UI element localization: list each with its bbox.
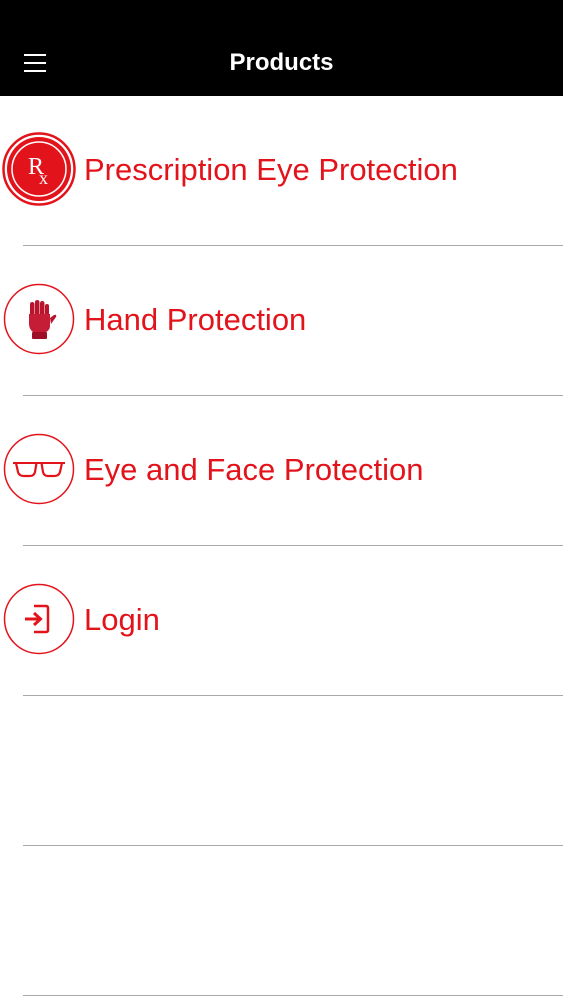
item-label: Login xyxy=(84,602,160,637)
item-label: Prescription Eye Protection xyxy=(84,152,458,187)
item-label: Eye and Face Protection xyxy=(84,452,424,487)
list-item-prescription-eye-protection[interactable]: R x Prescription Eye Protection xyxy=(0,96,563,246)
rx-icon: R x xyxy=(2,132,76,206)
empty-list-row xyxy=(0,696,563,846)
empty-list-row xyxy=(0,846,563,996)
list-item-hand-protection[interactable]: Hand Protection xyxy=(0,246,563,396)
list-item-eye-and-face-protection[interactable]: Eye and Face Protection xyxy=(0,396,563,546)
product-list: R x Prescription Eye Protection Hand Pro… xyxy=(0,96,563,996)
list-item-login[interactable]: Login xyxy=(0,546,563,696)
glove-icon xyxy=(2,282,76,356)
glasses-icon xyxy=(2,432,76,506)
navigation-bar: Products xyxy=(0,0,563,96)
login-icon xyxy=(2,582,76,656)
item-label: Hand Protection xyxy=(84,302,307,337)
separator xyxy=(23,995,563,996)
svg-text:x: x xyxy=(39,168,48,188)
page-title: Products xyxy=(229,49,334,76)
